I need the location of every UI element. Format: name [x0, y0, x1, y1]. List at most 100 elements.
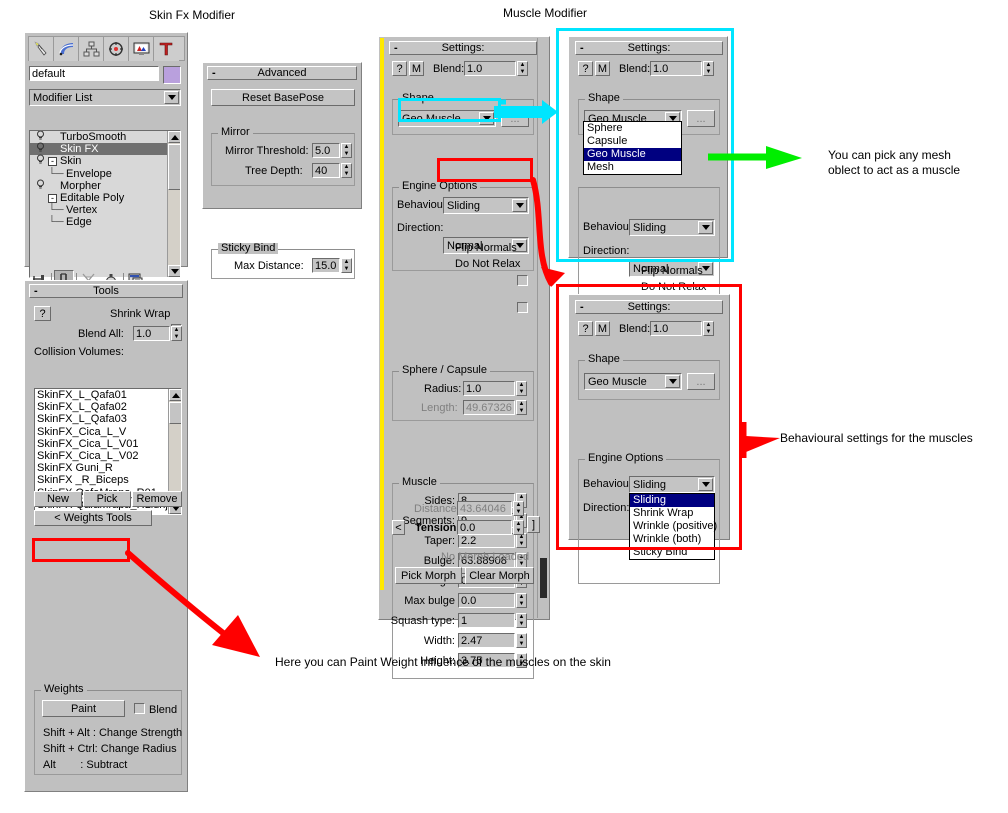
modifier-stack-item[interactable]: TurboSmooth: [30, 131, 180, 143]
shape-panel-flip-normals-label: Flip Normals: [641, 265, 703, 277]
collision-volume-item[interactable]: SkinFX_Cica_L_V02: [35, 450, 181, 462]
command-panel-toolbar: [28, 36, 185, 61]
muscle-field-input[interactable]: 1: [458, 613, 515, 628]
collapse-icon[interactable]: -: [34, 285, 38, 297]
modifier-stack-item-label: Envelope: [66, 167, 112, 180]
mirror-threshold-label: Mirror Threshold:: [225, 145, 309, 157]
modifier-stack-scrollbar[interactable]: [167, 131, 180, 277]
modifier-stack-item[interactable]: - Skin: [30, 154, 180, 168]
lightbulb-icon[interactable]: [32, 179, 48, 193]
radius-field[interactable]: 1.0: [463, 381, 515, 396]
collision-volume-item[interactable]: SkinFX_L_Qafa03: [35, 413, 181, 425]
paint-weights-button[interactable]: Paint: [42, 700, 125, 717]
remove-collision-volume-button[interactable]: Remove: [132, 491, 182, 507]
cyan-callout-arrow: [494, 99, 558, 124]
collision-volume-item[interactable]: SkinFX _R_Biceps: [35, 474, 181, 486]
pick-collision-volume-button[interactable]: Pick: [83, 491, 131, 507]
muscle-field-input[interactable]: 0.0: [458, 593, 515, 608]
tension-field[interactable]: 0.0: [457, 520, 512, 535]
new-collision-volume-button[interactable]: New: [34, 491, 82, 507]
distance-label: Distance:: [414, 503, 460, 515]
mirror-threshold-spinner[interactable]: ▲ ▼: [341, 143, 352, 158]
mirror-group-label: Mirror: [218, 127, 253, 138]
blend-label: Blend: [149, 704, 178, 716]
display-icon[interactable]: [129, 37, 154, 61]
modify-icon[interactable]: [54, 37, 79, 61]
tension-spinner[interactable]: ▲ ▼: [513, 520, 524, 535]
modifier-stack-item[interactable]: └─ Edge: [30, 216, 180, 228]
tools-title: Tools: [93, 285, 119, 297]
scroll-thumb[interactable]: [168, 144, 180, 190]
tree-depth-spinner[interactable]: ▲ ▼: [341, 163, 352, 178]
radius-spinner[interactable]: ▲ ▼: [516, 381, 527, 396]
muscle-field-spinner[interactable]: ▲▼: [516, 593, 527, 608]
muscle-field-spinner[interactable]: ▲▼: [516, 533, 527, 548]
tools-help-button[interactable]: ?: [34, 306, 51, 321]
modifier-stack-item[interactable]: └─ Vertex: [30, 204, 180, 216]
muscle-field-spinner[interactable]: ▲▼: [516, 633, 527, 648]
modifier-stack-item[interactable]: Morpher: [30, 179, 180, 193]
tools-rollout-header[interactable]: - Tools: [29, 284, 183, 298]
panel-edge-strip: [380, 38, 384, 590]
modifier-stack-item-label: Skin: [60, 155, 82, 168]
tension-prev-button[interactable]: <: [392, 520, 405, 535]
expand-toggle-icon[interactable]: -: [48, 156, 57, 166]
tension-bracket-button[interactable]: ]: [527, 516, 540, 533]
modifier-stack-item[interactable]: - Editable Poly: [30, 192, 180, 204]
muscle-blend-field[interactable]: 1.0: [464, 61, 516, 76]
muscle-blend-label: Blend:: [433, 63, 465, 75]
modifier-stack-item-label: Vertex: [66, 204, 98, 217]
sphere-capsule-group-label: Sphere / Capsule: [399, 365, 490, 376]
muscle-field-input[interactable]: 2.47: [458, 633, 515, 648]
collapse-icon[interactable]: -: [212, 67, 216, 79]
muscle-settings-header[interactable]: - Settings:: [389, 41, 537, 55]
distance-spinner[interactable]: ▲ ▼: [513, 501, 524, 516]
blend-checkbox[interactable]: [134, 703, 145, 714]
panel-scroll-thumb[interactable]: [540, 558, 547, 598]
max-distance-spinner[interactable]: ▲ ▼: [341, 258, 352, 273]
modifier-stack-item[interactable]: └─ Envelope: [30, 168, 180, 180]
scroll-thumb[interactable]: [169, 402, 181, 424]
collision-volume-item[interactable]: SkinFX Guni_R: [35, 462, 181, 474]
tree-depth-field[interactable]: 40: [312, 163, 340, 178]
weights-tools-button[interactable]: < Weights Tools: [34, 510, 152, 526]
clear-morph-button[interactable]: Clear Morph: [465, 567, 534, 584]
advanced-rollout-header[interactable]: - Advanced: [207, 66, 357, 80]
modifier-stack-item[interactable]: Skin FX: [30, 142, 180, 156]
length-spinner[interactable]: ▲ ▼: [516, 400, 527, 415]
blend-all-spinner[interactable]: ▲ ▼: [171, 326, 182, 341]
lightbulb-icon[interactable]: [32, 154, 48, 168]
pick-morph-button[interactable]: Pick Morph: [395, 567, 462, 584]
object-name-field[interactable]: default: [29, 66, 159, 81]
collision-volume-item[interactable]: SkinFX_Cica_L_V01: [35, 438, 181, 450]
mirror-threshold-field[interactable]: 5.0: [312, 143, 340, 158]
muscle-m-button[interactable]: M: [409, 61, 424, 76]
object-color-swatch[interactable]: [163, 66, 181, 84]
muscle-field-input[interactable]: 2.2: [458, 533, 515, 548]
muscle-panel-title: Muscle Modifier: [503, 6, 588, 20]
blend-all-field[interactable]: 1.0: [133, 326, 170, 341]
scroll-up-button[interactable]: [169, 389, 181, 401]
muscle-field-spinner[interactable]: ▲▼: [516, 613, 527, 628]
collision-volume-item[interactable]: SkinFX_Cica_L_V: [35, 426, 181, 438]
utilities-icon[interactable]: [154, 37, 179, 61]
collapse-icon[interactable]: -: [394, 42, 398, 54]
create-icon[interactable]: [29, 37, 54, 61]
modifier-stack-item-label: Editable Poly: [60, 191, 125, 204]
collision-volumes-label: Collision Volumes:: [34, 346, 124, 358]
mirror-group: Mirror Mirror Threshold: 5.0 ▲ ▼ Tree Dep…: [211, 127, 355, 186]
collision-volume-item[interactable]: SkinFX_L_Qafa02: [35, 401, 181, 413]
max-distance-field[interactable]: 15.0: [312, 258, 340, 273]
modifier-list-combo[interactable]: Modifier List: [29, 89, 181, 106]
modifier-stack-list[interactable]: TurboSmooth Skin FX - Skin └─ Envelope Morpher…: [29, 130, 181, 278]
chevron-down-icon[interactable]: [164, 91, 179, 104]
reset-basepose-button[interactable]: Reset BasePose: [211, 89, 355, 106]
expand-toggle-icon[interactable]: -: [48, 193, 57, 203]
muscle-blend-spinner[interactable]: ▲ ▼: [517, 61, 528, 76]
collision-volume-item[interactable]: SkinFX_L_Qafa01: [35, 389, 181, 401]
no-morph-loaded-text: No Morph Loaded: [441, 551, 530, 563]
scroll-up-button[interactable]: [168, 131, 180, 143]
hierarchy-icon[interactable]: [79, 37, 104, 61]
motion-icon[interactable]: [104, 37, 129, 61]
muscle-help-button[interactable]: ?: [392, 61, 407, 76]
